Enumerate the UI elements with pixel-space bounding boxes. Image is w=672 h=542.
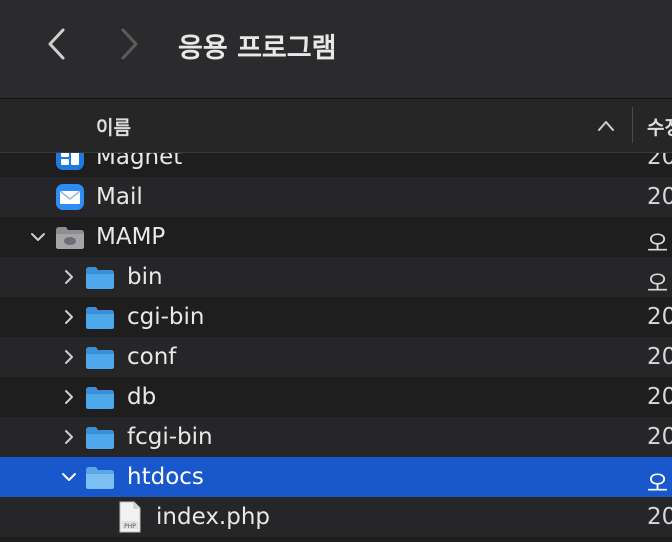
item-label: Magnet — [96, 153, 183, 170]
toolbar: 응용 프로그램 — [0, 0, 672, 99]
list-item[interactable]: bin 오 — [0, 257, 672, 297]
chevron-right-icon[interactable] — [61, 389, 77, 405]
chevron-right-icon[interactable] — [61, 269, 77, 285]
item-date: 20 — [647, 344, 672, 370]
mail-app-icon — [56, 184, 84, 210]
list-item-selected[interactable]: htdocs 오 — [0, 457, 672, 497]
folder-icon — [86, 387, 114, 409]
list-item[interactable]: PHP index.php 20 — [0, 497, 672, 537]
chevron-right-icon[interactable] — [61, 429, 77, 445]
item-date: 오 — [647, 471, 669, 497]
item-label: cgi-bin — [127, 304, 205, 330]
item-label: db — [127, 384, 157, 410]
column-header: 이름 수정일 — [0, 99, 672, 153]
list-item[interactable]: cgi-bin 20 — [0, 297, 672, 337]
chevron-down-icon[interactable] — [30, 229, 46, 245]
magnet-app-icon — [56, 153, 84, 170]
item-date: 20 — [647, 384, 672, 410]
list-item[interactable]: Magnet 20 — [0, 153, 672, 177]
folder-icon — [86, 467, 114, 489]
name-column-header[interactable]: 이름 — [96, 113, 131, 140]
list-item[interactable]: Mail 20 — [0, 177, 672, 217]
list-item[interactable]: db 20 — [0, 377, 672, 417]
item-label: Mail — [96, 184, 143, 210]
chevron-right-icon[interactable] — [61, 309, 77, 325]
item-label: bin — [127, 264, 163, 290]
date-column-header[interactable]: 수정일 — [647, 113, 672, 140]
item-label: index.php — [156, 504, 271, 530]
chevron-right-icon[interactable] — [61, 349, 77, 365]
folder-icon — [86, 427, 114, 449]
column-divider[interactable] — [632, 107, 633, 143]
item-date: 20 — [647, 504, 672, 530]
folder-icon — [86, 347, 114, 369]
mamp-folder-icon — [56, 227, 84, 249]
chevron-down-icon[interactable] — [61, 469, 77, 485]
item-label: htdocs — [127, 464, 204, 490]
svg-text:PHP: PHP — [124, 523, 136, 530]
forward-button[interactable] — [108, 24, 148, 64]
list-item[interactable]: conf 20 — [0, 337, 672, 377]
item-label: conf — [127, 344, 177, 370]
chevron-left-icon — [48, 28, 65, 60]
item-label: fcgi-bin — [127, 424, 213, 450]
list-item[interactable]: fcgi-bin 20 — [0, 417, 672, 457]
item-date: 오 — [647, 231, 669, 257]
back-button[interactable] — [38, 24, 78, 64]
item-date: 20 — [647, 184, 672, 210]
item-date: 20 — [647, 153, 672, 170]
item-date: 20 — [647, 424, 672, 450]
php-file-icon: PHP — [119, 501, 141, 533]
window-title: 응용 프로그램 — [178, 33, 337, 64]
item-date: 오 — [647, 271, 669, 297]
folder-icon — [86, 307, 114, 329]
chevron-right-icon — [121, 28, 138, 60]
folder-icon — [86, 267, 114, 289]
item-date: 20 — [647, 304, 672, 330]
item-label: MAMP — [96, 224, 166, 250]
list-item[interactable]: MAMP 오 — [0, 217, 672, 257]
chevron-up-icon[interactable] — [596, 116, 616, 136]
file-list: Magnet 20 Mail 20 MAMP 오 bin 오 cgi-bin 2… — [0, 153, 672, 542]
